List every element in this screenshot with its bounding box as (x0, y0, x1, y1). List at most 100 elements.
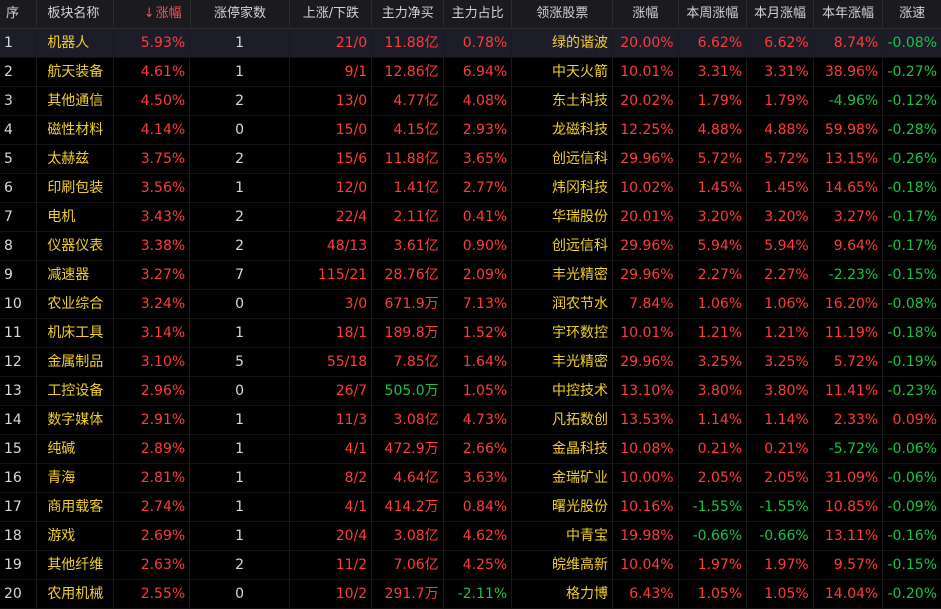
header-change-pct[interactable]: ↓涨幅 (114, 0, 191, 28)
table-row[interactable]: 10 农业综合 3.24% 0 3/0 671.9万 7.13% 润农节水 7.84% 1.06%… (0, 290, 941, 319)
table-row[interactable]: 16 青海 2.81% 1 8/2 4.64亿 3.63% 金瑞矿业 10.00% 2.05% 2.… (0, 464, 941, 493)
table-row[interactable]: 7 电机 3.43% 2 22/4 2.11亿 0.41% 华瑞股份 20.01% 3.20% 3.… (0, 203, 941, 232)
cell-lead-stock: 东土科技 (512, 87, 613, 115)
header-up-down[interactable]: 上涨/下跌 (290, 0, 373, 28)
cell-main-ratio: 4.62% (444, 522, 513, 550)
cell-index: 8 (0, 232, 38, 260)
table-row[interactable]: 1 机器人 5.93% 1 21/0 11.88亿 0.78% 绿的谐波 20.00% 6.62%… (0, 29, 941, 58)
cell-up-down: 20/4 (290, 522, 373, 550)
cell-change-pct: 4.14% (114, 116, 191, 144)
header-index[interactable]: 序 (0, 0, 38, 28)
table-row[interactable]: 3 其他通信 4.50% 2 13/0 4.77亿 4.08% 东土科技 20.02% 1.79%… (0, 87, 941, 116)
cell-speed: 0.09% (892, 412, 938, 428)
cell-change-pct: 2.63% (114, 551, 191, 579)
cell-month-pct: 2.27% (747, 261, 814, 289)
cell-change-pct: 2.69% (114, 522, 191, 550)
cell-speed: -0.27% (887, 64, 938, 80)
cell-speed: -0.17% (887, 209, 938, 225)
cell-main-ratio: 2.66% (444, 435, 513, 463)
cell-limit-up-count: 0 (190, 377, 290, 405)
cell-main-ratio: 4.25% (444, 551, 513, 579)
table-row[interactable]: 18 游戏 2.69% 1 20/4 3.08亿 4.62% 中青宝 19.98% -0.66% -… (0, 522, 941, 551)
cell-change-pct: 3.75% (114, 145, 191, 173)
cell-limit-up-count: 2 (190, 145, 290, 173)
cell-index: 1 (0, 29, 38, 57)
header-limit-up-count[interactable]: 涨停家数 (191, 0, 291, 28)
cell-year-pct: 13.15% (814, 145, 884, 173)
cell-main-ratio: 3.63% (444, 464, 513, 492)
cell-up-down: 10/2 (290, 580, 373, 608)
cell-week-pct: 3.80% (679, 377, 748, 405)
cell-week-pct: 3.20% (679, 203, 748, 231)
cell-index: 12 (0, 348, 38, 376)
cell-main-ratio: 4.73% (444, 406, 513, 434)
cell-index: 9 (0, 261, 38, 289)
header-main-net[interactable]: 主力净买 (372, 0, 444, 28)
cell-week-pct: 1.06% (679, 290, 748, 318)
header-speed[interactable]: 涨速 (883, 0, 941, 28)
cell-change-pct: 2.81% (114, 464, 191, 492)
cell-lead-stock: 金晶科技 (512, 435, 613, 463)
cell-week-pct: 6.62% (679, 29, 748, 57)
cell-lead-stock: 曙光股份 (512, 493, 613, 521)
cell-change-pct: 2.96% (114, 377, 191, 405)
cell-lead-pct: 10.00% (613, 464, 679, 492)
cell-week-pct: 1.05% (679, 580, 748, 608)
cell-week-pct: 1.21% (679, 319, 748, 347)
cell-main-net: 4.64亿 (372, 464, 444, 492)
cell-speed: -0.20% (887, 586, 938, 602)
cell-index: 10 (0, 290, 38, 318)
table-row[interactable]: 2 航天装备 4.61% 1 9/1 12.86亿 6.94% 中天火箭 10.01% 3.31%… (0, 58, 941, 87)
cell-speed: -0.16% (887, 528, 938, 544)
header-month-pct[interactable]: 本月涨幅 (747, 0, 814, 28)
table-row[interactable]: 14 数字媒体 2.91% 1 11/3 3.08亿 4.73% 凡拓数创 13.53% 1.14… (0, 406, 941, 435)
cell-limit-up-count: 0 (190, 116, 290, 144)
cell-lead-pct: 29.96% (613, 145, 679, 173)
cell-sector-name: 航天装备 (37, 58, 114, 86)
cell-speed: -0.09% (887, 499, 938, 515)
table-row[interactable]: 9 减速器 3.27% 7 115/21 28.76亿 2.09% 丰光精密 29.96% 2.2… (0, 261, 941, 290)
cell-year-pct: -4.96% (814, 87, 884, 115)
cell-week-pct: 1.45% (679, 174, 748, 202)
cell-lead-stock: 格力博 (512, 580, 613, 608)
table-row[interactable]: 15 纯碱 2.89% 1 4/1 472.9万 2.66% 金晶科技 10.08% 0.21% 0… (0, 435, 941, 464)
cell-main-ratio: 0.78% (444, 29, 513, 57)
cell-index: 14 (0, 406, 38, 434)
table-row[interactable]: 20 农用机械 2.55% 0 10/2 291.7万 -2.11% 格力博 6.43% 1.05… (0, 580, 941, 609)
cell-main-net: 11.88亿 (372, 145, 444, 173)
table-row[interactable]: 6 印刷包装 3.56% 1 12/0 1.41亿 2.77% 炜冈科技 10.02% 1.45%… (0, 174, 941, 203)
header-lead-stock[interactable]: 领涨股票 (512, 0, 614, 28)
header-sector-name[interactable]: 板块名称 (37, 0, 114, 28)
header-week-pct[interactable]: 本周涨幅 (679, 0, 748, 28)
header-main-ratio[interactable]: 主力占比 (444, 0, 513, 28)
cell-lead-stock: 中控技术 (512, 377, 613, 405)
cell-lead-pct: 13.53% (613, 406, 679, 434)
table-row[interactable]: 11 机床工具 3.14% 1 18/1 189.8万 1.52% 宇环数控 10.01% 1.2… (0, 319, 941, 348)
table-row[interactable]: 13 工控设备 2.96% 0 26/7 505.0万 1.05% 中控技术 13.10% 3.8… (0, 377, 941, 406)
table-row[interactable]: 17 商用载客 2.74% 1 4/1 414.2万 0.84% 曙光股份 10.16% -1.5… (0, 493, 941, 522)
cell-sector-name: 数字媒体 (37, 406, 114, 434)
cell-lead-pct: 20.02% (613, 87, 679, 115)
cell-lead-stock: 凡拓数创 (512, 406, 613, 434)
table-row[interactable]: 4 磁性材料 4.14% 0 15/0 4.15亿 2.93% 龙磁科技 12.25% 4.88%… (0, 116, 941, 145)
cell-main-ratio: 3.65% (444, 145, 513, 173)
table-row[interactable]: 19 其他纤维 2.63% 2 11/2 7.06亿 4.25% 皖维高新 10.04% 1.97… (0, 551, 941, 580)
cell-main-net: 505.0万 (372, 377, 444, 405)
cell-change-pct: 3.14% (114, 319, 191, 347)
cell-lead-stock: 创远信科 (512, 232, 613, 260)
cell-lead-stock: 龙磁科技 (512, 116, 613, 144)
header-lead-pct[interactable]: 涨幅 (613, 0, 679, 28)
cell-main-net: 3.61亿 (372, 232, 444, 260)
sector-ranking-board: 序 板块名称 ↓涨幅 涨停家数 上涨/下跌 主力净买 主力占比 领涨股票 涨幅 … (0, 0, 941, 609)
table-row[interactable]: 12 金属制品 3.10% 5 55/18 7.85亿 1.64% 丰光精密 29.96% 3.2… (0, 348, 941, 377)
cell-up-down: 4/1 (290, 493, 373, 521)
cell-speed: -0.18% (887, 180, 938, 196)
cell-month-pct: -1.55% (747, 493, 814, 521)
table-row[interactable]: 5 太赫兹 3.75% 2 15/6 11.88亿 3.65% 创远信科 29.96% 5.72%… (0, 145, 941, 174)
header-year-pct[interactable]: 本年涨幅 (814, 0, 884, 28)
cell-speed: -0.18% (887, 325, 938, 341)
table-row[interactable]: 8 仪器仪表 3.38% 2 48/13 3.61亿 0.90% 创远信科 29.96% 5.94… (0, 232, 941, 261)
cell-main-net: 291.7万 (372, 580, 444, 608)
cell-month-pct: 3.31% (747, 58, 814, 86)
cell-change-pct: 2.74% (114, 493, 191, 521)
